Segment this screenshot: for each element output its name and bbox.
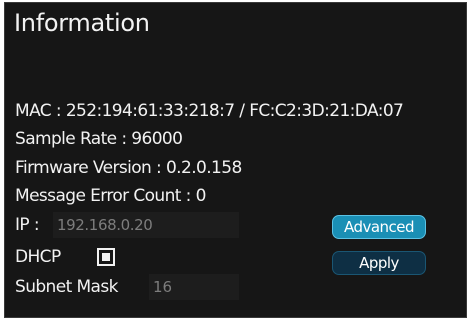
sample-rate-row: Sample Rate : 96000 (15, 129, 183, 149)
error-count-row: Message Error Count : 0 (15, 186, 206, 206)
mac-label: MAC : (15, 101, 66, 121)
checkbox-check-icon (102, 253, 110, 261)
firmware-label: Firmware Version : (15, 158, 166, 178)
apply-button[interactable]: Apply (332, 251, 426, 275)
ip-input[interactable] (53, 212, 239, 238)
firmware-value: 0.2.0.158 (165, 158, 242, 178)
information-panel: Information MAC : 252:194:61:33:218:7 / … (4, 2, 467, 318)
panel-title: Information (14, 9, 150, 37)
sample-rate-value: 96000 (131, 129, 183, 149)
mac-value: 252:194:61:33:218:7 / FC:C2:3D:21:DA:07 (65, 101, 404, 121)
sample-rate-label: Sample Rate : (15, 129, 132, 149)
dhcp-checkbox[interactable] (97, 248, 115, 266)
error-count-label: Message Error Count : (15, 186, 196, 206)
error-count-value: 0 (195, 186, 207, 206)
mac-row: MAC : 252:194:61:33:218:7 / FC:C2:3D:21:… (15, 101, 404, 121)
dhcp-label: DHCP (15, 247, 61, 267)
ip-label: IP : (15, 215, 40, 235)
advanced-button[interactable]: Advanced (332, 215, 426, 239)
subnet-mask-input[interactable] (149, 274, 239, 300)
subnet-mask-label: Subnet Mask (15, 277, 118, 297)
firmware-row: Firmware Version : 0.2.0.158 (15, 158, 242, 178)
